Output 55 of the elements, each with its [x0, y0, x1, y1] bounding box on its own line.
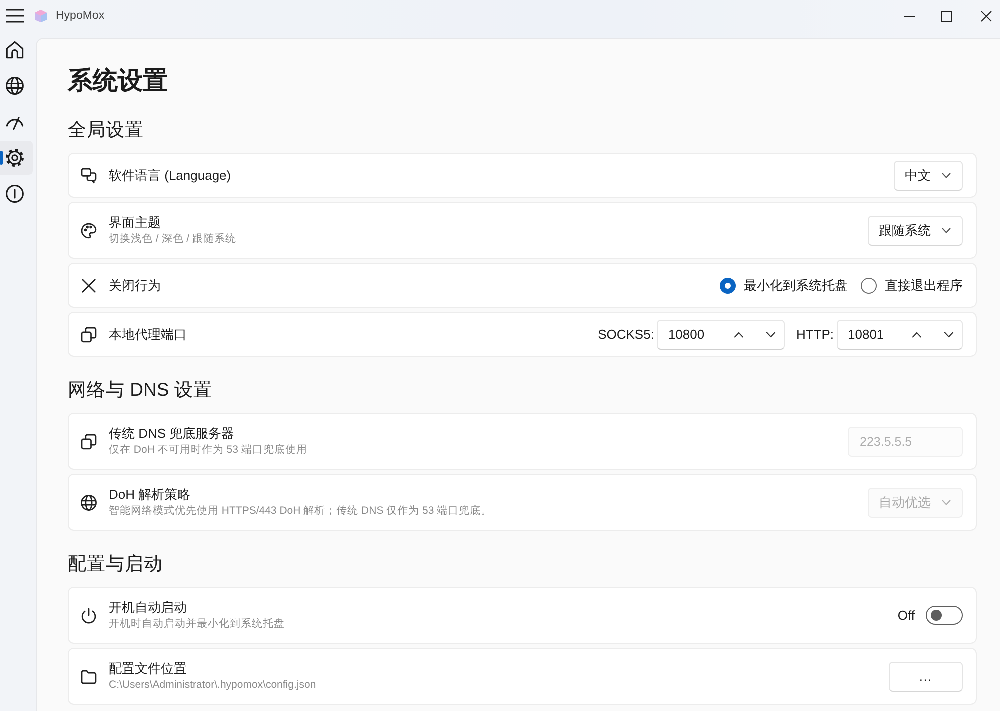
- menu-icon[interactable]: [6, 9, 24, 23]
- setting-label: 本地代理端口: [109, 326, 187, 342]
- overlapping-windows-icon: [81, 434, 97, 450]
- cross-icon: [81, 278, 97, 294]
- dropdown[interactable]: 跟随系统: [868, 216, 963, 246]
- setting-description: C:\Users\Administrator\.hypomox\config.json: [109, 679, 316, 692]
- section-heading: 全局设置: [68, 118, 145, 142]
- setting-description: 智能网络模式优先使用 HTTPS/443 DoH 解析；传统 DNS 仅作为 53 端口兜底。: [109, 505, 492, 518]
- radio-button[interactable]: [861, 278, 877, 294]
- caret-down-icon[interactable]: [766, 332, 776, 338]
- settings-icon: [6, 149, 24, 167]
- nav-item[interactable]: [0, 141, 33, 175]
- setting-description: 仅在 DoH 不可用时作为 53 端口兜底使用: [109, 444, 308, 457]
- port-label: SOCKS5:: [598, 327, 654, 342]
- dropdown[interactable]: 中文: [894, 160, 963, 190]
- app-logo-icon: [34, 9, 48, 23]
- setting-description: 开机时自动启动并最小化到系统托盘: [109, 618, 285, 631]
- chevron-down-icon: [942, 172, 951, 178]
- maximize-icon[interactable]: [941, 10, 952, 22]
- palette-icon: [81, 222, 97, 238]
- toggle-switch[interactable]: [926, 606, 963, 625]
- setting-label: 传统 DNS 兜底服务器: [109, 426, 236, 442]
- chevron-down-icon: [942, 228, 951, 234]
- section-heading: 配置与启动: [68, 552, 164, 576]
- port-label: HTTP:: [796, 327, 834, 342]
- setting-label: 关闭行为: [109, 278, 161, 294]
- overlapping-windows-icon: [81, 326, 97, 342]
- globe-icon: [81, 494, 97, 510]
- caret-up-icon[interactable]: [734, 332, 744, 338]
- info-icon: [6, 185, 24, 203]
- page-title: 系统设置: [68, 66, 169, 97]
- toggle-state-label: Off: [898, 608, 915, 623]
- speech-bubbles-icon: [81, 168, 97, 184]
- setting-description: 切换浅色 / 深色 / 跟随系统: [109, 233, 237, 246]
- setting-label: 配置文件位置: [109, 661, 188, 677]
- setting-label: 界面主题: [109, 215, 162, 231]
- globe-icon: [6, 77, 24, 95]
- folder-icon: [81, 668, 97, 684]
- browse-button[interactable]: ...: [889, 662, 963, 692]
- setting-label: DoH 解析策略: [109, 487, 192, 503]
- radio-button[interactable]: [720, 278, 736, 294]
- port-input[interactable]: 10800: [657, 320, 786, 350]
- port-input[interactable]: 10801: [837, 320, 963, 350]
- caret-down-icon[interactable]: [944, 332, 954, 338]
- radio-label[interactable]: 最小化到系统托盘: [744, 276, 848, 294]
- section-heading: 网络与 DNS 设置: [68, 378, 214, 402]
- setting-label: 软件语言 (Language): [109, 168, 232, 184]
- home-icon: [6, 41, 24, 59]
- setting-label: 开机自动启动: [109, 600, 188, 616]
- chevron-down-icon: [942, 500, 951, 506]
- app-title: HypoMox: [56, 10, 105, 22]
- caret-up-icon[interactable]: [912, 332, 922, 338]
- power-icon: [81, 608, 97, 624]
- close-icon[interactable]: [981, 10, 992, 22]
- radio-label[interactable]: 直接退出程序: [885, 276, 963, 294]
